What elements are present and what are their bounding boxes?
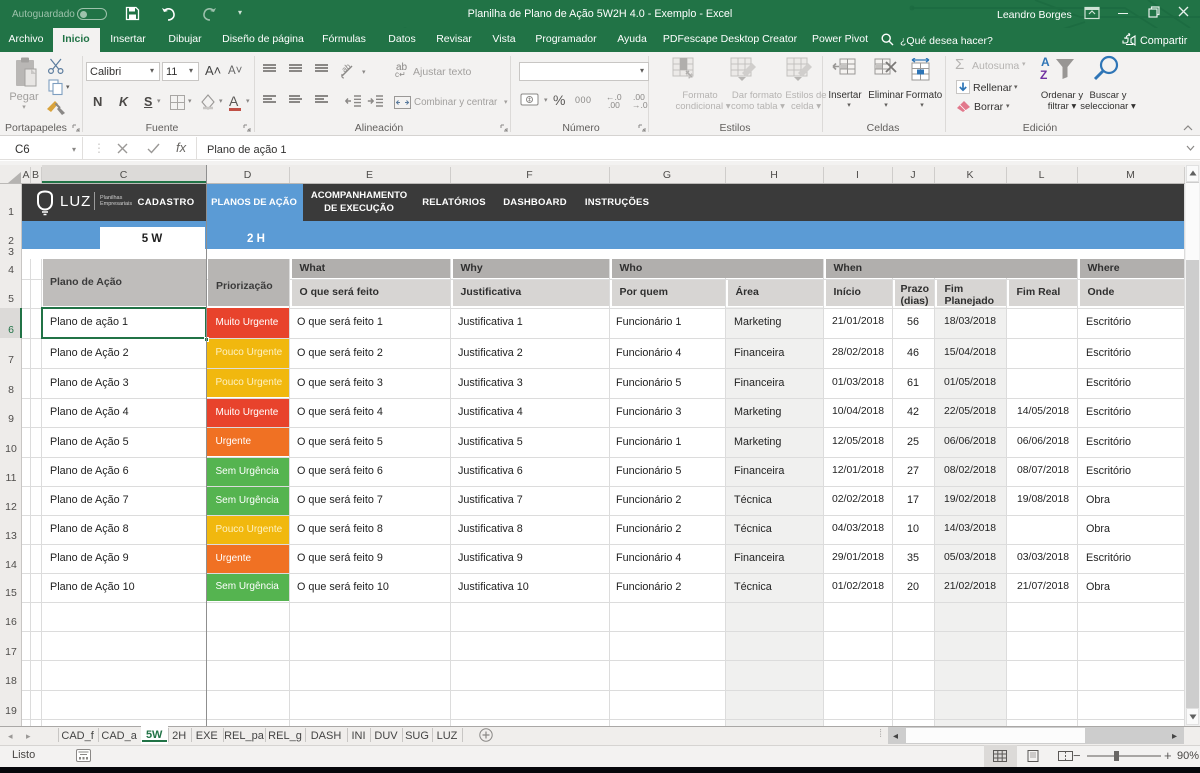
- svg-text:≠: ≠: [688, 71, 693, 81]
- svg-text:ab: ab: [340, 62, 353, 74]
